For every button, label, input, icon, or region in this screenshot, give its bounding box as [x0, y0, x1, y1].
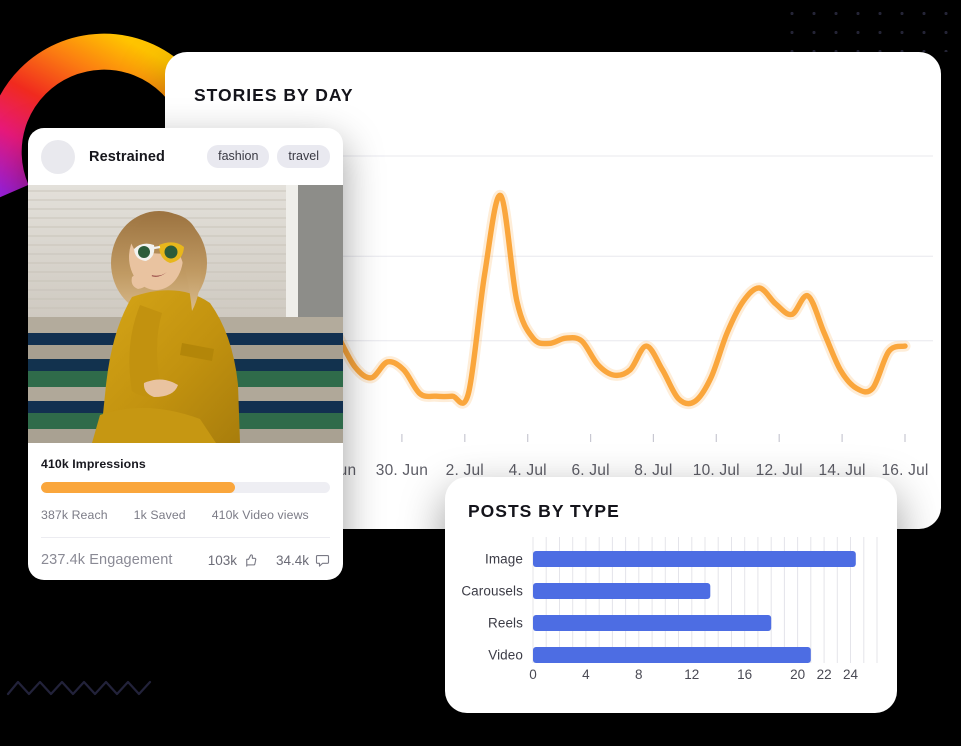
likes-metric[interactable]: 103k: [208, 553, 258, 568]
comments-metric[interactable]: 34.4k: [276, 553, 330, 568]
impressions-label: 410k Impressions: [41, 457, 146, 471]
bar-x-tick-label: 12: [684, 667, 700, 682]
avatar-placeholder-icon[interactable]: [41, 139, 75, 174]
bar-x-tick-label: 8: [635, 667, 643, 682]
post-substats: 387k Reach 1k Saved 410k Video views: [41, 508, 330, 522]
bar-category-label: Carousels: [461, 583, 523, 599]
comment-bubble-icon: [315, 553, 330, 568]
bar-x-tick-label: 16: [737, 667, 753, 682]
engagement-label: 237.4k Engagement: [41, 552, 173, 568]
line-axis-tick-label: 30. Jun: [375, 462, 429, 479]
engagement-row: 237.4k Engagement 103k 34.4k: [41, 538, 330, 568]
dashboard-root: STORIES BY DAY . Jun30. Jun2. Jul4. Jul6…: [0, 0, 961, 746]
bar-x-tick-label: 20: [790, 667, 806, 682]
posts-card-title: POSTS BY TYPE: [468, 501, 620, 521]
post-stats: 410k Impressions 387k Reach 1k Saved 410…: [28, 443, 343, 568]
comments-count: 34.4k: [275, 552, 309, 568]
post-tag-travel[interactable]: travel: [277, 145, 330, 168]
line-axis-tick-label: 16. Jul: [881, 462, 929, 479]
substat-video-views: 410k Video views: [211, 508, 309, 522]
engagement-metrics: 103k 34.4k: [208, 553, 330, 568]
posts-bar-chart: Image Carousels Reels Video 0 4 8 12 16 20 22 24: [445, 535, 897, 682]
substat-saved: 1k Saved: [133, 508, 186, 522]
wave-decoration: [6, 676, 156, 698]
line-chart-series: [336, 192, 908, 407]
line-chart-ticks: [338, 434, 906, 442]
post-photo[interactable]: [28, 185, 343, 443]
bar-x-tick-label: 4: [582, 667, 590, 682]
instagram-post-card[interactable]: Restrained fashion travel 410k Impressio…: [28, 128, 343, 580]
posts-by-type-card: POSTS BY TYPE Image Carousels Reels Video 0…: [445, 477, 897, 713]
thumbs-up-icon: [243, 553, 258, 568]
stories-card-title: STORIES BY DAY: [194, 85, 354, 105]
substat-reach: 387k Reach: [41, 508, 108, 522]
impressions-progress-fill: [41, 482, 235, 493]
bar-chart-series: [533, 551, 856, 663]
bar-category-label: Video: [488, 647, 523, 663]
post-card-header: Restrained fashion travel: [28, 128, 343, 185]
impressions-progress-track: [41, 482, 330, 493]
post-username[interactable]: Restrained: [89, 149, 165, 165]
bar-category-label: Reels: [487, 615, 523, 631]
bar-x-tick-label: 24: [842, 667, 859, 682]
bar-x-tick-label: 22: [816, 667, 832, 682]
post-tag-fashion[interactable]: fashion: [207, 145, 270, 168]
dot-grid-decoration: [781, 4, 953, 52]
bar-category-label: Image: [484, 551, 523, 567]
likes-count: 103k: [207, 552, 237, 568]
post-tag-list: fashion travel: [207, 145, 330, 168]
bar-x-tick-label: 0: [529, 667, 537, 682]
